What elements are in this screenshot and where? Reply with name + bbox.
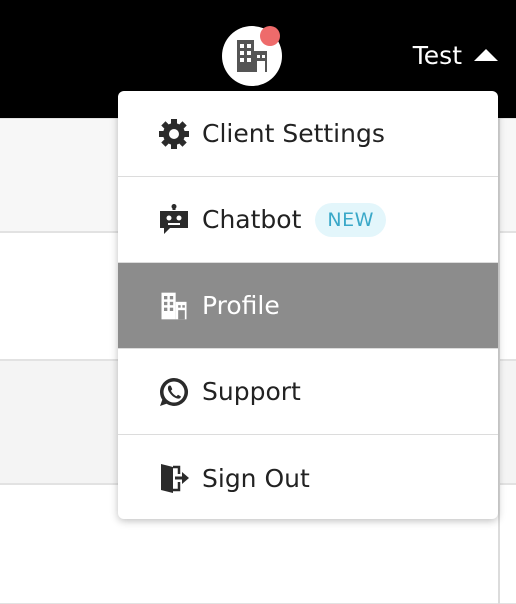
menu-item-label: Sign Out <box>202 463 310 493</box>
user-menu-toggle[interactable]: Test <box>413 36 498 74</box>
menu-item-label: Support <box>202 377 301 406</box>
menu-item-profile[interactable]: Profile <box>118 263 498 349</box>
menu-item-support[interactable]: Support <box>118 349 498 435</box>
sign-out-icon <box>158 462 190 494</box>
user-name: Test <box>412 40 462 70</box>
notification-dot <box>260 26 280 46</box>
user-dropdown-menu: Client Settings Chatbot NEW Profile Supp… <box>118 91 498 519</box>
chatbot-icon <box>158 203 190 236</box>
company-avatar[interactable] <box>222 26 282 86</box>
menu-item-label: Profile <box>202 291 280 320</box>
whatsapp-icon <box>158 376 190 408</box>
menu-item-client-settings[interactable]: Client Settings <box>118 91 498 177</box>
menu-item-label: Chatbot <box>202 205 302 234</box>
menu-item-sign-out[interactable]: Sign Out <box>118 435 498 519</box>
menu-item-label: Client Settings <box>202 119 385 148</box>
gear-icon <box>158 118 190 150</box>
background-divider <box>498 118 500 604</box>
caret-up-icon <box>474 49 498 61</box>
menu-item-chatbot[interactable]: Chatbot NEW <box>118 177 498 263</box>
new-badge: NEW <box>315 202 386 237</box>
building-icon <box>158 290 190 322</box>
